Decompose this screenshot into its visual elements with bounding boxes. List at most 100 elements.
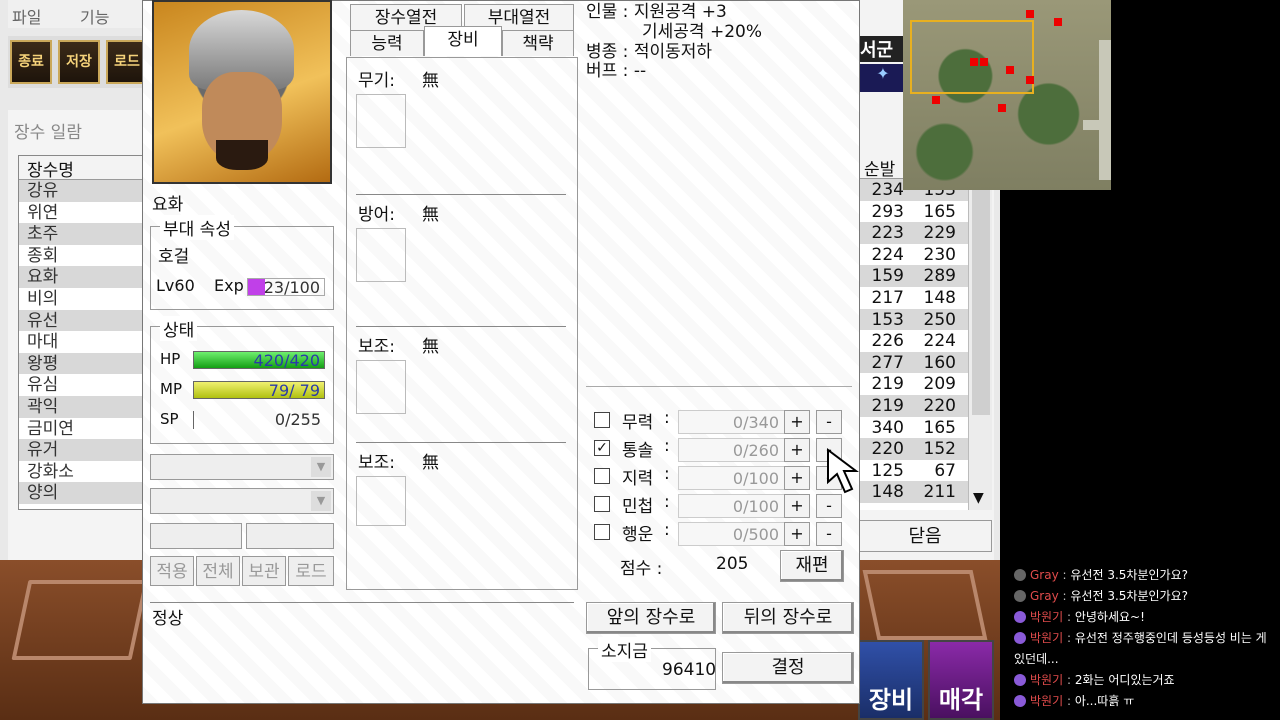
upgrade-colon: :	[664, 520, 670, 540]
next-general-button[interactable]: 뒤의 장수로	[722, 602, 854, 634]
general-list-item[interactable]: 왕평	[19, 352, 143, 375]
prev-general-button[interactable]: 앞의 장수로	[586, 602, 716, 634]
increase-button[interactable]: +	[784, 438, 810, 462]
upgrade-checkbox[interactable]	[594, 524, 610, 540]
chevron-down-icon[interactable]: ▼	[311, 491, 331, 511]
decide-button[interactable]: 결정	[722, 652, 854, 684]
close-button[interactable]: 닫음	[858, 520, 992, 552]
user-badge-icon	[1014, 674, 1026, 686]
general-list-item[interactable]: 유심	[19, 374, 143, 396]
decrease-button[interactable]: -	[816, 410, 842, 434]
sell-icon[interactable]: 매각	[928, 640, 994, 720]
load-slot-button[interactable]: 로드	[288, 556, 334, 586]
condition-text: 정상	[152, 609, 184, 629]
stat-row[interactable]: 223 229	[858, 222, 968, 244]
stat-cell: 250	[923, 309, 956, 330]
user-badge-icon	[1014, 632, 1026, 644]
chevron-down-icon[interactable]: ▼	[311, 457, 331, 477]
scroll-down-icon[interactable]: ▼	[973, 490, 984, 506]
increase-button[interactable]: +	[784, 522, 810, 546]
general-list-item[interactable]: 강화소	[19, 461, 143, 483]
increase-button[interactable]: +	[784, 494, 810, 518]
general-list-item[interactable]: 초주	[19, 223, 143, 245]
mouse-cursor-icon	[827, 448, 859, 494]
mp-bar: 79/ 79	[193, 381, 325, 400]
store-button[interactable]: 보관	[242, 556, 286, 586]
quit-button[interactable]: 종료	[10, 40, 52, 84]
exp-value: 23/100	[263, 278, 320, 297]
equip-slot-field[interactable]	[356, 228, 406, 282]
stat-row[interactable]: 148 211	[858, 481, 968, 503]
combo-select-1[interactable]: ▼	[150, 454, 334, 480]
chat-text: 유선전 3.5차분인가요?	[1070, 589, 1188, 603]
stat-row[interactable]: 125 67	[858, 460, 968, 482]
chat-username[interactable]: 박원기	[1030, 631, 1063, 645]
stat-cell: 165	[923, 417, 956, 438]
combo-select-2[interactable]: ▼	[150, 488, 334, 514]
general-list-item[interactable]: 위연	[19, 202, 143, 224]
menu-function[interactable]: 기능	[80, 4, 109, 28]
general-list-item[interactable]: 비의	[19, 288, 143, 310]
upgrade-checkbox[interactable]: ✓	[594, 440, 610, 456]
menu-file[interactable]: 파일	[12, 4, 41, 28]
chat-message: Gray : 유선전 3.5차분인가요?	[1014, 586, 1280, 607]
chat-username[interactable]: Gray	[1030, 589, 1059, 603]
general-list-item[interactable]: 마대	[19, 331, 143, 353]
stat-row[interactable]: 159 289	[858, 265, 968, 287]
stat-row[interactable]: 153 250	[858, 308, 968, 331]
chat-username[interactable]: 박원기	[1030, 694, 1063, 708]
general-list-item[interactable]: 종회	[19, 245, 143, 267]
general-name-header[interactable]: 장수명	[19, 156, 143, 181]
tab-equipment[interactable]: 장비	[424, 26, 502, 56]
upgrade-checkbox[interactable]	[594, 468, 610, 484]
scroll-thumb[interactable]	[972, 180, 990, 415]
general-list-item[interactable]: 강유	[19, 180, 143, 202]
chat-text: 아...따흙 ㅠ	[1074, 694, 1135, 708]
apply-button[interactable]: 적용	[150, 556, 194, 586]
stat-row[interactable]: 220 152	[858, 438, 968, 460]
chat-separator: :	[1066, 610, 1071, 624]
chat-message: 박원기 : 유선전 정주행중인데 등성등성 비는 게 있던데...	[1014, 628, 1280, 670]
increase-button[interactable]: +	[784, 410, 810, 434]
reorganize-button[interactable]: 재편	[780, 550, 844, 582]
upgrade-checkbox[interactable]	[594, 496, 610, 512]
stat-row[interactable]: 217 148	[858, 287, 968, 309]
chat-username[interactable]: Gray	[1030, 568, 1059, 582]
general-list-item[interactable]: 유거	[19, 439, 143, 461]
decrease-button[interactable]: -	[816, 494, 842, 518]
unit-attribute-title: 부대 속성	[160, 215, 234, 240]
enemy-marker	[998, 104, 1006, 112]
list-scrollbar[interactable]: ▼	[968, 155, 992, 510]
general-list-item[interactable]: 양의	[19, 482, 143, 504]
tab-strategy[interactable]: 책략	[502, 30, 574, 56]
text-field-2[interactable]	[246, 523, 334, 549]
general-list-item[interactable]: 곽익	[19, 395, 143, 418]
equip-slot-field[interactable]	[356, 94, 406, 148]
chat-username[interactable]: 박원기	[1030, 610, 1063, 624]
text-field-1[interactable]	[150, 523, 242, 549]
equip-slot-field[interactable]	[356, 360, 406, 414]
decrease-button[interactable]: -	[816, 522, 842, 546]
all-button[interactable]: 전체	[196, 556, 240, 586]
upgrade-checkbox[interactable]	[594, 412, 610, 428]
general-list-item[interactable]: 금미연	[19, 418, 143, 440]
stat-row[interactable]: 340 165	[858, 417, 968, 439]
stat-row[interactable]: 277 160	[858, 351, 968, 374]
minimap-viewport[interactable]	[910, 20, 1034, 94]
stat-row[interactable]: 293 165	[858, 201, 968, 223]
stat-row[interactable]: 224 230	[858, 244, 968, 266]
stat-row[interactable]: 219 220	[858, 394, 968, 417]
general-list-item[interactable]: 유선	[19, 309, 143, 332]
equipment-icon[interactable]: 장비	[858, 640, 924, 720]
increase-button[interactable]: +	[784, 466, 810, 490]
equip-slot-label: 방어:	[358, 205, 396, 225]
equip-slot-field[interactable]	[356, 476, 406, 526]
stat-row[interactable]: 226 224	[858, 330, 968, 352]
general-list-item[interactable]: 요화	[19, 266, 143, 288]
enemy-marker	[1026, 76, 1034, 84]
tab-ability[interactable]: 능력	[350, 30, 424, 56]
stat-row[interactable]: 219 209	[858, 373, 968, 395]
save-button[interactable]: 저장	[58, 40, 100, 84]
chat-username[interactable]: 박원기	[1030, 673, 1063, 687]
general-list-title: 장수 일람	[14, 123, 82, 143]
